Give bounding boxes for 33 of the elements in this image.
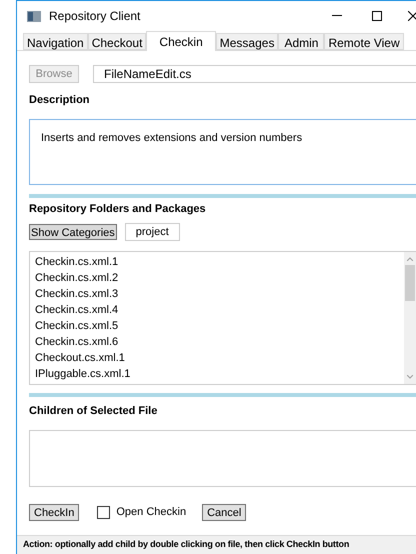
file-list-item[interactable]: Checkin.cs.xml.3: [35, 286, 404, 302]
section-heading: Repository Folders and Packages: [29, 202, 207, 216]
file-list-item[interactable]: Checkin.cs.xml.1: [35, 254, 404, 270]
file-list-item[interactable]: IPluggable.cs.xml.1: [35, 366, 404, 382]
tab[interactable]: Remote View: [324, 33, 404, 50]
cancel-button[interactable]: Cancel: [202, 504, 246, 520]
checkbox-label[interactable]: Open Checkin: [116, 504, 186, 520]
section-heading: Children of Selected File: [29, 404, 158, 419]
close-icon[interactable]: [408, 11, 416, 21]
file-name-field[interactable]: FileNameEdit.cs: [93, 65, 416, 83]
window-title: Repository Client: [49, 8, 140, 25]
checkin-button[interactable]: CheckIn: [29, 504, 80, 520]
file-list-item[interactable]: Checkin.cs.xml.4: [35, 302, 404, 318]
show-categories-button[interactable]: Show Categories: [29, 224, 117, 240]
minimize-icon[interactable]: [332, 15, 342, 17]
status-bar: Action: optionally add child by double clicking on file, then click CheckIn button: [17, 535, 416, 554]
file-list-item[interactable]: Checkin.cs.xml.6: [35, 334, 404, 350]
tab[interactable]: Checkin: [146, 31, 216, 51]
file-list-item[interactable]: Checkout.cs.xml.1: [35, 350, 404, 366]
maximize-icon[interactable]: [372, 11, 382, 21]
app-icon: [27, 10, 41, 22]
section-heading: Description: [29, 93, 91, 108]
tab[interactable]: Navigation: [23, 33, 88, 50]
scrollbar[interactable]: [404, 252, 416, 384]
tab[interactable]: Checkout: [88, 33, 146, 50]
category-button[interactable]: project: [124, 223, 180, 241]
file-list-item[interactable]: Checkin.cs.xml.5: [35, 318, 404, 334]
tab[interactable]: Messages: [216, 33, 278, 50]
tab[interactable]: Admin: [278, 33, 324, 50]
description-field[interactable]: Inserts and removes extensions and version numbers: [29, 118, 416, 184]
scroll-thumb[interactable]: [405, 265, 415, 301]
file-list-item[interactable]: Checkin.cs.xml.2: [35, 270, 404, 286]
checkbox[interactable]: [97, 506, 110, 518]
